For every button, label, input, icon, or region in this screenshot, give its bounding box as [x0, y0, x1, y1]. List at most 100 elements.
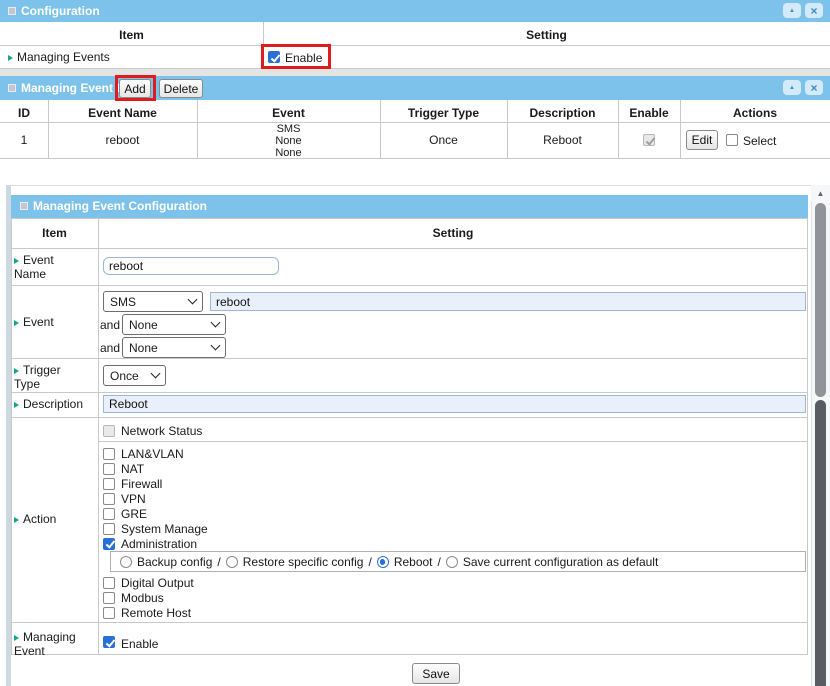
- action-option-row-2: Firewall: [103, 476, 208, 491]
- admin-radio-3[interactable]: [446, 556, 458, 568]
- action-option-row-4: GRE: [103, 506, 208, 521]
- config-header-item: Item: [11, 226, 98, 240]
- row-id: 1: [0, 133, 48, 147]
- action-option-checkbox-2[interactable]: [103, 478, 115, 490]
- bullet-arrow-icon: [14, 258, 19, 264]
- action-extra-option-label-1: Modbus: [121, 591, 164, 605]
- section-separator: [0, 69, 830, 76]
- managing-events-row-label: Managing Events: [8, 50, 110, 64]
- network-status-checkbox: [103, 425, 115, 437]
- bullet-arrow-icon: [14, 517, 19, 523]
- collapse-panel-button[interactable]: [783, 3, 801, 18]
- admin-radio-2[interactable]: [377, 556, 389, 568]
- action-option-label-6: Administration: [121, 537, 197, 551]
- chevron-down-icon: [188, 295, 198, 305]
- scrollbar-up-icon[interactable]: [811, 185, 830, 201]
- action-label: Action: [14, 512, 74, 526]
- managing-events-page: Configuration Item Setting Managing Even…: [0, 0, 830, 686]
- action-option-checkbox-3[interactable]: [103, 493, 115, 505]
- action-option-row-0: LAN&VLAN: [103, 446, 208, 461]
- admin-radio-label-3: Save current configuration as default: [463, 555, 658, 569]
- description-input[interactable]: Reboot: [103, 395, 806, 413]
- row-event: SMS None None: [197, 123, 380, 159]
- collapse-panel-button[interactable]: [783, 80, 801, 95]
- configuration-title: Configuration: [21, 4, 100, 18]
- event-label: Event: [14, 315, 84, 329]
- trigger-type-select[interactable]: Once: [103, 365, 166, 386]
- managing-event-enable-label: Enable: [121, 637, 158, 651]
- close-panel-button[interactable]: [805, 80, 823, 95]
- column-header-item: Item: [0, 28, 263, 42]
- list-header-actions: Actions: [680, 106, 830, 120]
- action-option-row-3: VPN: [103, 491, 208, 506]
- action-option-row-1: NAT: [103, 461, 208, 476]
- save-button[interactable]: Save: [412, 663, 460, 684]
- action-extra-option-row-2: Remote Host: [103, 605, 194, 620]
- managing-events-enable-checkbox[interactable]: [268, 51, 280, 63]
- radio-separator: /: [438, 555, 441, 569]
- event-type-select[interactable]: SMS: [103, 291, 203, 312]
- scrollbar-thumb[interactable]: [815, 203, 826, 397]
- list-header-id: ID: [0, 106, 48, 120]
- admin-radio-0[interactable]: [120, 556, 132, 568]
- event-value-input[interactable]: reboot: [210, 292, 806, 311]
- panel-icon: [20, 202, 28, 210]
- edit-button[interactable]: Edit: [686, 130, 718, 150]
- configuration-header: Configuration: [0, 0, 830, 22]
- admin-radio-1[interactable]: [226, 556, 238, 568]
- scrollbar-lower-thumb[interactable]: [815, 400, 826, 686]
- managing-event-label: Managing Event: [14, 630, 86, 658]
- action-extra-option-checkbox-0[interactable]: [103, 577, 115, 589]
- list-header-event-name: Event Name: [48, 106, 197, 120]
- delete-button[interactable]: Delete: [159, 79, 203, 98]
- and-label: and: [100, 318, 120, 332]
- network-status-label: Network Status: [121, 424, 202, 438]
- action-option-checkbox-1[interactable]: [103, 463, 115, 475]
- action-option-label-0: LAN&VLAN: [121, 447, 184, 461]
- row-description: Reboot: [507, 133, 618, 147]
- bullet-arrow-icon: [14, 368, 19, 374]
- action-option-checkbox-4[interactable]: [103, 508, 115, 520]
- event-and2-select[interactable]: None: [122, 337, 226, 358]
- action-option-checkbox-5[interactable]: [103, 523, 115, 535]
- managing-event-enable-checkbox[interactable]: [103, 636, 115, 648]
- event-name-label: Event Name: [14, 253, 76, 281]
- bullet-arrow-icon: [14, 320, 19, 326]
- event-name-input[interactable]: reboot: [103, 257, 279, 275]
- chevron-down-icon: [151, 369, 161, 379]
- admin-radio-label-1: Restore specific config: [243, 555, 364, 569]
- event-and1-select[interactable]: None: [122, 314, 226, 335]
- action-extra-option-label-2: Remote Host: [121, 606, 191, 620]
- action-option-checkbox-6[interactable]: [103, 538, 115, 550]
- row-select-checkbox[interactable]: [726, 134, 738, 146]
- action-option-checkbox-0[interactable]: [103, 448, 115, 460]
- list-header-trigger-type: Trigger Type: [380, 106, 507, 120]
- action-extra-option-checkbox-2[interactable]: [103, 607, 115, 619]
- config-header-setting: Setting: [98, 226, 808, 240]
- action-extra-option-row-1: Modbus: [103, 590, 194, 605]
- trigger-type-label: Trigger Type: [14, 363, 72, 391]
- bullet-arrow-icon: [8, 55, 13, 61]
- and-label: and: [100, 341, 120, 355]
- panel-icon: [8, 84, 16, 92]
- action-extra-option-label-0: Digital Output: [121, 576, 194, 590]
- column-header-setting: Setting: [263, 28, 830, 42]
- action-option-label-5: System Manage: [121, 522, 208, 536]
- action-extra-option-checkbox-1[interactable]: [103, 592, 115, 604]
- list-header-enable: Enable: [618, 106, 680, 120]
- managing-events-enable-label: Enable: [285, 51, 322, 65]
- chevron-down-icon: [211, 318, 221, 328]
- row-event-name: reboot: [48, 133, 197, 147]
- bullet-arrow-icon: [14, 402, 19, 408]
- action-checkbox-group: LAN&VLANNATFirewallVPNGRESystem ManageAd…: [103, 446, 208, 551]
- action-extra-checkbox-group: Digital OutputModbusRemote Host: [103, 575, 194, 620]
- action-option-row-6: Administration: [103, 536, 208, 551]
- list-header-event: Event: [197, 106, 380, 120]
- action-extra-option-row-0: Digital Output: [103, 575, 194, 590]
- admin-radio-label-2: Reboot: [394, 555, 433, 569]
- admin-radio-label-0: Backup config: [137, 555, 212, 569]
- radio-separator: /: [217, 555, 220, 569]
- row-trigger-type: Once: [380, 133, 507, 147]
- add-button[interactable]: Add: [119, 79, 151, 98]
- close-panel-button[interactable]: [805, 3, 823, 18]
